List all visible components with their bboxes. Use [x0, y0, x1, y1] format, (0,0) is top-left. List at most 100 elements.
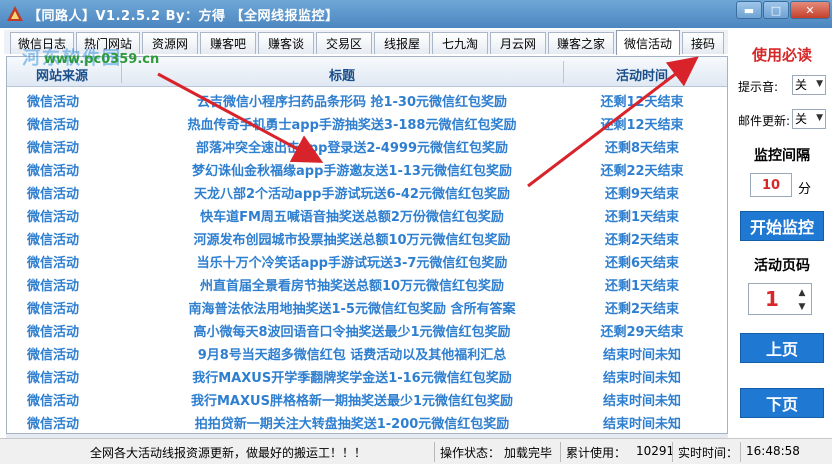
- tab-zhuanke-ba[interactable]: 赚客吧: [200, 32, 256, 54]
- start-monitor-button[interactable]: 开始监控: [740, 211, 824, 241]
- interval-unit-label: 分: [798, 182, 812, 197]
- realtime-value: 16:48:58: [746, 444, 800, 458]
- cell-source[interactable]: 微信活动: [7, 298, 99, 317]
- table-row[interactable]: 微信活动 州直首届全景看房节抽奖送总额10万元微信红包奖励 还剩1天结束: [7, 271, 727, 294]
- cell-time[interactable]: 还剩22天结束: [577, 160, 707, 179]
- column-divider[interactable]: [121, 61, 122, 83]
- status-divider: [560, 442, 561, 462]
- cell-time[interactable]: 还剩2天结束: [577, 298, 707, 317]
- table-row[interactable]: 微信活动 南海普法依法用地抽奖送1-5元微信红包奖励 含所有答案 还剩2天结束: [7, 294, 727, 317]
- table-row[interactable]: 微信活动 梦幻诛仙金秋福缘app手游邀友送1-13元微信红包奖励 还剩22天结束: [7, 156, 727, 179]
- status-bar: 全网各大活动线报资源更新，做最好的搬运工！！！ 操作状态： 加载完毕 累计使用：…: [0, 438, 832, 464]
- table-row[interactable]: 微信活动 9月8号当天超多微信红包 话费活动以及其他福利汇总 结束时间未知: [7, 340, 727, 363]
- cell-time[interactable]: 结束时间未知: [577, 367, 707, 386]
- tab-zhuanke-tan[interactable]: 赚客谈: [258, 32, 314, 54]
- table-row[interactable]: 微信活动 我行MAXUS胖格格新一期抽奖送最少1元微信红包奖励 结束时间未知: [7, 386, 727, 409]
- cell-source[interactable]: 微信活动: [7, 390, 99, 409]
- cell-time[interactable]: 结束时间未知: [577, 390, 707, 409]
- table-row[interactable]: 微信活动 热血传奇手机勇士app手游抽奖送3-188元微信红包奖励 还剩12天结束: [7, 110, 727, 133]
- table-row[interactable]: 微信活动 部落冲突全速出击app登录送2-4999元微信红包奖励 还剩8天结束: [7, 133, 727, 156]
- cell-time[interactable]: 还剩8天结束: [577, 137, 707, 156]
- tab-hot-sites[interactable]: 热门网站: [76, 32, 140, 54]
- operation-status-label: 操作状态：: [440, 446, 501, 460]
- column-header-source[interactable]: 网站来源: [7, 65, 117, 84]
- sound-select-value: 关: [795, 78, 808, 92]
- cell-time[interactable]: 还剩29天结束: [577, 321, 707, 340]
- cell-source[interactable]: 微信活动: [7, 137, 99, 156]
- close-button[interactable]: ✕: [790, 1, 830, 19]
- tab-zhuanke-home[interactable]: 赚客之家: [548, 32, 614, 54]
- cell-title[interactable]: 梦幻诛仙金秋福缘app手游邀友送1-13元微信红包奖励: [127, 160, 577, 179]
- cell-title[interactable]: 部落冲突全速出击app登录送2-4999元微信红包奖励: [127, 137, 577, 156]
- cell-source[interactable]: 微信活动: [7, 275, 99, 294]
- tab-yueyun[interactable]: 月云网: [490, 32, 546, 54]
- cell-source[interactable]: 微信活动: [7, 206, 99, 225]
- cell-time[interactable]: 还剩9天结束: [577, 183, 707, 202]
- page-stepper[interactable]: 1 ▲ ▼: [748, 283, 812, 315]
- cell-time[interactable]: 结束时间未知: [577, 413, 707, 432]
- tab-resource-site[interactable]: 资源网: [142, 32, 198, 54]
- cell-title[interactable]: 9月8号当天超多微信红包 话费活动以及其他福利汇总: [127, 344, 577, 363]
- column-header-time[interactable]: 活动时间: [567, 65, 717, 84]
- column-header-title[interactable]: 标题: [127, 65, 557, 84]
- cell-source[interactable]: 微信活动: [7, 183, 99, 202]
- table-row[interactable]: 微信活动 河源发布创园城市投票抽奖送总额10万元微信红包奖励 还剩2天结束: [7, 225, 727, 248]
- cell-source[interactable]: 微信活动: [7, 344, 99, 363]
- table-row[interactable]: 微信活动 我行MAXUS开学季翻牌奖学金送1-16元微信红包奖励 结束时间未知: [7, 363, 727, 386]
- cell-title[interactable]: 河源发布创园城市投票抽奖送总额10万元微信红包奖励: [127, 229, 577, 248]
- cell-time[interactable]: 还剩1天结束: [577, 275, 707, 294]
- mail-update-select-value: 关: [795, 112, 808, 126]
- cell-source[interactable]: 微信活动: [7, 160, 99, 179]
- tab-sms-code[interactable]: 接码: [682, 32, 724, 54]
- table-row[interactable]: 微信活动 当乐十万个冷笑话app手游试玩送3-7元微信红包奖励 还剩6天结束: [7, 248, 727, 271]
- tab-qijiutao[interactable]: 七九淘: [432, 32, 488, 54]
- table-row[interactable]: 微信活动 天龙八部2个活动app手游试玩送6-42元微信红包奖励 还剩9天结束: [7, 179, 727, 202]
- cell-time[interactable]: 还剩6天结束: [577, 252, 707, 271]
- cell-title[interactable]: 天龙八部2个活动app手游试玩送6-42元微信红包奖励: [127, 183, 577, 202]
- page-label: 活动页码: [754, 258, 810, 274]
- cell-title[interactable]: 快车道FM周五喊语音抽奖送总额2万份微信红包奖励: [127, 206, 577, 225]
- next-page-button[interactable]: 下页: [740, 388, 824, 418]
- chevron-down-icon[interactable]: ▼: [795, 300, 809, 314]
- mail-update-select[interactable]: 关 ▼: [792, 109, 826, 129]
- status-message: 全网各大活动线报资源更新，做最好的搬运工！！！: [90, 446, 367, 460]
- prev-page-button[interactable]: 上页: [740, 333, 824, 363]
- cell-source[interactable]: 微信活动: [7, 91, 99, 110]
- cell-time[interactable]: 还剩2天结束: [577, 229, 707, 248]
- cell-source[interactable]: 微信活动: [7, 229, 99, 248]
- cell-source[interactable]: 微信活动: [7, 114, 99, 133]
- usage-guide-link[interactable]: 使用必读: [732, 44, 832, 65]
- cell-title[interactable]: 我行MAXUS开学季翻牌奖学金送1-16元微信红包奖励: [127, 367, 577, 386]
- cell-title[interactable]: 拍拍贷新一期关注大转盘抽奖送1-200元微信红包奖励: [127, 413, 577, 432]
- cell-time[interactable]: 结束时间未知: [577, 344, 707, 363]
- chevron-up-icon[interactable]: ▲: [795, 286, 809, 300]
- cell-source[interactable]: 微信活动: [7, 321, 99, 340]
- tab-xianbao-house[interactable]: 线报屋: [374, 32, 430, 54]
- cell-title[interactable]: 当乐十万个冷笑话app手游试玩送3-7元微信红包奖励: [127, 252, 577, 271]
- minimize-button[interactable]: ▬: [736, 1, 762, 19]
- tab-wechat-activity[interactable]: 微信活动: [616, 30, 680, 55]
- cell-source[interactable]: 微信活动: [7, 413, 99, 432]
- cell-time[interactable]: 还剩1天结束: [577, 206, 707, 225]
- table-row[interactable]: 微信活动 快车道FM周五喊语音抽奖送总额2万份微信红包奖励 还剩1天结束: [7, 202, 727, 225]
- cell-title[interactable]: 云吉微信小程序扫药品条形码 抢1-30元微信红包奖励: [127, 91, 577, 110]
- maximize-button[interactable]: □: [763, 1, 789, 19]
- cell-source[interactable]: 微信活动: [7, 367, 99, 386]
- cell-title[interactable]: 我行MAXUS胖格格新一期抽奖送最少1元微信红包奖励: [127, 390, 577, 409]
- table-row[interactable]: 微信活动 拍拍贷新一期关注大转盘抽奖送1-200元微信红包奖励 结束时间未知: [7, 409, 727, 432]
- cell-title[interactable]: 高小微每天8波回语音口令抽奖送最少1元微信红包奖励: [127, 321, 577, 340]
- tab-trading-zone[interactable]: 交易区: [316, 32, 372, 54]
- cell-title[interactable]: 南海普法依法用地抽奖送1-5元微信红包奖励 含所有答案: [127, 298, 577, 317]
- interval-input[interactable]: 10: [750, 173, 792, 197]
- cell-title[interactable]: 热血传奇手机勇士app手游抽奖送3-188元微信红包奖励: [127, 114, 577, 133]
- cell-time[interactable]: 还剩12天结束: [577, 114, 707, 133]
- app-logo-icon: [7, 6, 23, 21]
- table-row[interactable]: 微信活动 云吉微信小程序扫药品条形码 抢1-30元微信红包奖励 还剩12天结束: [7, 87, 727, 110]
- cell-time[interactable]: 还剩12天结束: [577, 91, 707, 110]
- sound-select[interactable]: 关 ▼: [792, 75, 826, 95]
- cell-source[interactable]: 微信活动: [7, 252, 99, 271]
- column-divider[interactable]: [563, 61, 564, 83]
- table-row[interactable]: 微信活动 高小微每天8波回语音口令抽奖送最少1元微信红包奖励 还剩29天结束: [7, 317, 727, 340]
- tab-wechat-log[interactable]: 微信日志: [10, 32, 74, 54]
- cell-title[interactable]: 州直首届全景看房节抽奖送总额10万元微信红包奖励: [127, 275, 577, 294]
